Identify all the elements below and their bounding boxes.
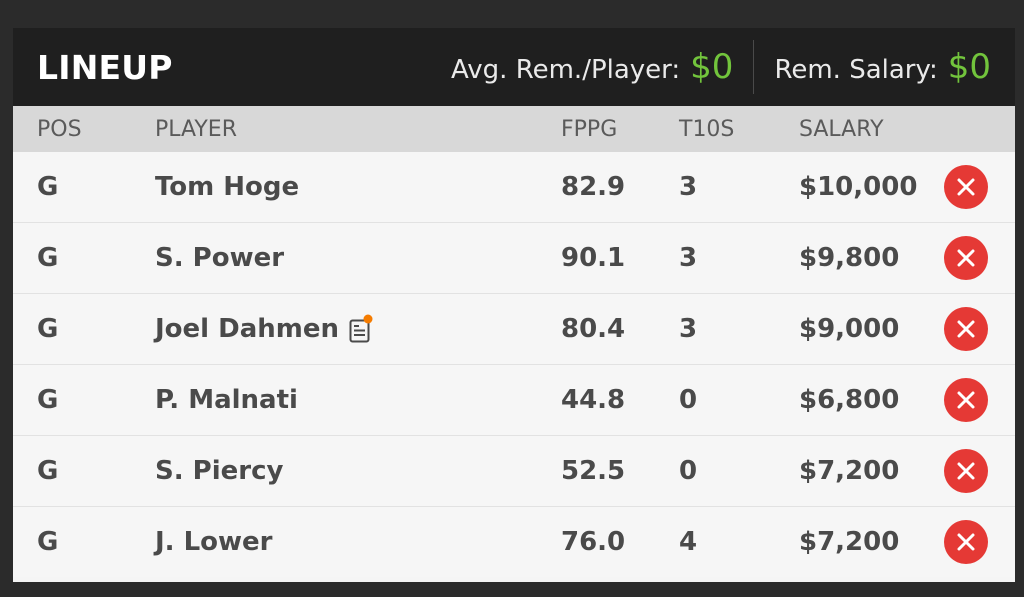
player-position: G (37, 385, 59, 415)
player-name[interactable]: S. Piercy (155, 456, 283, 486)
player-salary: $7,200 (799, 456, 900, 486)
close-circle-icon[interactable] (944, 165, 988, 209)
lineup-rows: G Tom Hoge 82.9 3 $10,000 G S. Power 90.… (13, 152, 1015, 577)
player-name-cell[interactable]: S. Power (155, 243, 284, 273)
avg-remaining-value: $0 (690, 47, 734, 87)
player-salary: $7,200 (799, 527, 900, 557)
player-news-icon[interactable] (349, 314, 373, 344)
player-t10s: 3 (679, 314, 698, 344)
player-name-cell[interactable]: J. Lower (155, 527, 273, 557)
remove-player-button[interactable] (944, 449, 988, 493)
close-circle-icon[interactable] (944, 520, 988, 564)
player-fppg: 90.1 (561, 243, 626, 273)
remove-player-button[interactable] (944, 378, 988, 422)
avg-remaining-label: Avg. Rem./Player: (451, 55, 681, 85)
player-name-cell[interactable]: Joel Dahmen (155, 314, 373, 344)
lineup-header: LINEUP Avg. Rem./Player: $0 Rem. Salary:… (13, 28, 1015, 106)
player-salary: $10,000 (799, 172, 918, 202)
player-t10s: 0 (679, 385, 698, 415)
player-fppg: 76.0 (561, 527, 626, 557)
player-position: G (37, 243, 59, 273)
close-circle-icon[interactable] (944, 236, 988, 280)
header-divider (753, 40, 755, 94)
close-circle-icon[interactable] (944, 378, 988, 422)
column-header-fppg[interactable]: FPPG (561, 117, 617, 142)
remove-player-button[interactable] (944, 236, 988, 280)
player-salary: $9,800 (799, 243, 900, 273)
close-circle-icon[interactable] (944, 449, 988, 493)
player-fppg: 44.8 (561, 385, 626, 415)
player-t10s: 0 (679, 456, 698, 486)
remove-player-button[interactable] (944, 520, 988, 564)
player-position: G (37, 314, 59, 344)
lineup-row[interactable]: G S. Power 90.1 3 $9,800 (13, 222, 1015, 293)
player-position: G (37, 456, 59, 486)
player-name[interactable]: J. Lower (155, 527, 273, 557)
remove-player-button[interactable] (944, 307, 988, 351)
column-header-salary[interactable]: SALARY (799, 117, 884, 142)
player-name[interactable]: Joel Dahmen (155, 314, 339, 344)
player-fppg: 82.9 (561, 172, 626, 202)
lineup-row[interactable]: G Joel Dahmen 80.4 3 $9,000 (13, 293, 1015, 364)
column-header-pos[interactable]: POS (37, 117, 82, 142)
column-header-player[interactable]: PLAYER (155, 117, 237, 142)
remaining-salary: Rem. Salary: $0 (774, 47, 991, 87)
player-name[interactable]: S. Power (155, 243, 284, 273)
player-fppg: 80.4 (561, 314, 626, 344)
player-name[interactable]: P. Malnati (155, 385, 298, 415)
player-t10s: 4 (679, 527, 698, 557)
remaining-salary-label: Rem. Salary: (774, 55, 938, 85)
remove-player-button[interactable] (944, 165, 988, 209)
player-t10s: 3 (679, 243, 698, 273)
lineup-row[interactable]: G Tom Hoge 82.9 3 $10,000 (13, 152, 1015, 222)
column-headers: POS PLAYER FPPG T10S SALARY (13, 106, 1015, 152)
player-name-cell[interactable]: S. Piercy (155, 456, 283, 486)
lineup-title: LINEUP (37, 47, 173, 87)
player-position: G (37, 527, 59, 557)
player-name-cell[interactable]: P. Malnati (155, 385, 298, 415)
lineup-row[interactable]: G J. Lower 76.0 4 $7,200 (13, 506, 1015, 577)
lineup-row[interactable]: G S. Piercy 52.5 0 $7,200 (13, 435, 1015, 506)
avg-remaining-per-player: Avg. Rem./Player: $0 (451, 47, 733, 87)
player-fppg: 52.5 (561, 456, 626, 486)
lineup-panel: LINEUP Avg. Rem./Player: $0 Rem. Salary:… (13, 28, 1015, 582)
player-salary: $6,800 (799, 385, 900, 415)
close-circle-icon[interactable] (944, 307, 988, 351)
player-t10s: 3 (679, 172, 698, 202)
player-name-cell[interactable]: Tom Hoge (155, 172, 299, 202)
remaining-salary-value: $0 (947, 47, 991, 87)
player-salary: $9,000 (799, 314, 900, 344)
player-name[interactable]: Tom Hoge (155, 172, 299, 202)
player-position: G (37, 172, 59, 202)
column-header-t10s[interactable]: T10S (679, 117, 734, 142)
lineup-row[interactable]: G P. Malnati 44.8 0 $6,800 (13, 364, 1015, 435)
